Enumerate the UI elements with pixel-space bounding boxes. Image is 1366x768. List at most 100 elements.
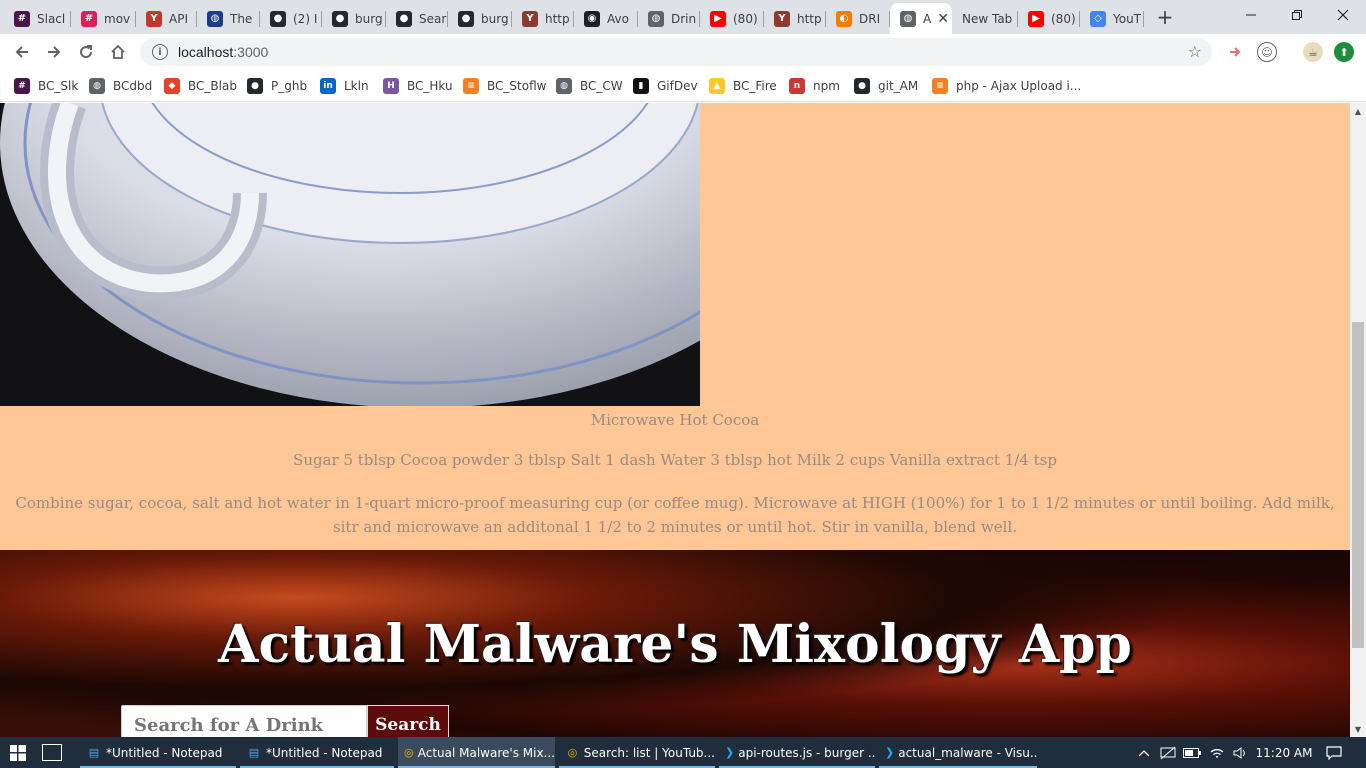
tab-label: Sear: [419, 11, 447, 26]
scrollbar-thumb[interactable]: [1352, 322, 1364, 648]
globe-icon: ◍: [900, 10, 916, 27]
taskbar-app-label: Actual Malware's Mix...: [417, 745, 555, 760]
notifications-icon[interactable]: [1322, 737, 1346, 768]
bookmark-item[interactable]: ▮ GifDev: [633, 76, 698, 96]
browser-tab[interactable]: New Tab: [952, 3, 1018, 34]
taskbar-app[interactable]: ▤ *Untitled - Notepad: [80, 737, 236, 768]
wifi-icon[interactable]: [1206, 737, 1228, 768]
task-view-icon[interactable]: [42, 744, 62, 761]
site-info-icon[interactable]: i: [152, 44, 168, 60]
address-bar[interactable]: i localhost:3000 ☆: [140, 38, 1212, 66]
tab-label: New Tab: [962, 11, 1013, 26]
bookmark-item[interactable]: n npm: [789, 76, 840, 96]
profile-avatar[interactable]: ☕: [1303, 42, 1323, 62]
scroll-up-arrow-icon[interactable]: ▲: [1350, 103, 1366, 119]
slack-icon: #: [14, 10, 30, 27]
back-button[interactable]: [8, 38, 36, 66]
minimize-button[interactable]: [1228, 0, 1274, 30]
bookmark-item[interactable]: ≡ BC_Stoflw: [463, 76, 546, 96]
taskbar-app[interactable]: ▤ *Untitled - Notepad: [240, 737, 394, 768]
browser-tab[interactable]: ● burg: [322, 3, 386, 34]
browser-tab[interactable]: Yhttp: [512, 3, 574, 34]
vscode-icon: ❯: [885, 746, 895, 759]
tab-label: Drin: [671, 11, 697, 26]
bookmark-label: Lkln: [344, 79, 369, 93]
battery-icon[interactable]: [1182, 737, 1202, 768]
browser-toolbar: i localhost:3000 ☆ ☺ ☕ ⬆: [0, 34, 1366, 70]
github-icon: ●: [854, 78, 870, 94]
start-button[interactable]: [0, 737, 36, 768]
tab-label: (2) I: [293, 11, 318, 26]
scroll-down-arrow-icon[interactable]: ▼: [1350, 721, 1366, 737]
tray-overflow-chevron-icon[interactable]: [1134, 737, 1154, 768]
bookmark-item[interactable]: ● git_AM: [854, 76, 918, 96]
browser-tab[interactable]: ◐ DRI: [826, 3, 890, 34]
browser-tab[interactable]: # Slacl: [4, 3, 71, 34]
search-button[interactable]: Search: [367, 705, 449, 737]
chrome-icon: ◎: [567, 746, 578, 759]
browser-tab[interactable]: ◇ YouT: [1080, 3, 1144, 34]
new-tab-button[interactable]: +: [1152, 4, 1178, 30]
tab-separator: [1143, 11, 1144, 27]
bookmark-label: BC_Stoflw: [487, 79, 547, 93]
bookmark-item[interactable]: ◍ BCdbd: [89, 76, 152, 96]
close-window-button[interactable]: [1320, 0, 1366, 30]
taskbar-app[interactable]: ◎ Search: list | YouTub...: [559, 737, 715, 768]
bookmark-label: BC_Hku: [407, 79, 453, 93]
bookmark-item[interactable]: H BC_Hku: [383, 76, 453, 96]
bookmark-label: BC_Blab: [188, 79, 237, 93]
browser-tab[interactable]: Y API: [136, 3, 197, 34]
extension-smiley-icon[interactable]: ☺: [1257, 42, 1277, 62]
bookmark-label: BC_Slk: [38, 79, 79, 93]
bookmark-item[interactable]: ≡ php - Ajax Upload i...: [932, 76, 1081, 96]
browser-tab[interactable]: # mov: [71, 3, 136, 34]
bookmark-item[interactable]: in Lkln: [320, 76, 369, 96]
bookmark-item[interactable]: # BC_Slk: [14, 76, 78, 96]
tab-active[interactable]: ◍ A ✕: [890, 3, 952, 34]
cast-extension-icon[interactable]: [1226, 42, 1246, 62]
back-arrow-icon: [15, 46, 28, 58]
bookmark-item[interactable]: ◍ BC_CW: [556, 76, 623, 96]
maximize-button[interactable]: [1274, 0, 1320, 30]
bookmark-item[interactable]: ● P_ghb: [247, 76, 307, 96]
cocoa-cup-image: [0, 103, 700, 406]
browser-tab[interactable]: ● Sear: [386, 3, 448, 34]
bookmark-star-icon[interactable]: ☆: [1188, 42, 1202, 61]
network-off-icon[interactable]: [1158, 737, 1178, 768]
browser-tab[interactable]: ▶ (80): [700, 3, 764, 34]
close-tab-icon[interactable]: ✕: [937, 11, 949, 27]
taskbar-app[interactable]: ◎ Actual Malware's Mix...: [398, 737, 555, 768]
notepad-icon: ▤: [88, 746, 100, 759]
bookmark-label: P_ghb: [271, 79, 308, 93]
taskbar-app[interactable]: ❯ api-routes.js - burger ...: [719, 737, 875, 768]
volume-icon[interactable]: [1230, 737, 1250, 768]
forward-button[interactable]: [40, 38, 68, 66]
system-clock[interactable]: 11:20 AM: [1254, 737, 1314, 768]
browser-tab[interactable]: Yhttp: [764, 3, 826, 34]
bookmark-label: php - Ajax Upload i...: [956, 79, 1082, 93]
drink-search-input[interactable]: [121, 705, 367, 737]
tab-label: http: [797, 11, 822, 26]
browser-tab[interactable]: ▶ (80): [1018, 3, 1080, 34]
tab-label: (80): [1051, 11, 1076, 26]
browser-tab[interactable]: ◉ Avo: [574, 3, 638, 34]
taskbar-app[interactable]: ❯ actual_malware - Visu...: [879, 737, 1037, 768]
home-button[interactable]: [104, 38, 132, 66]
notepad-icon: ▤: [248, 746, 260, 759]
browser-tab[interactable]: ● burg: [448, 3, 512, 34]
vscode-icon: ❯: [725, 746, 735, 759]
stackoverflow-icon: ≡: [463, 78, 479, 94]
browser-tab[interactable]: ● (2) I: [260, 3, 322, 34]
tab-label: A: [923, 11, 932, 26]
page-scrollbar[interactable]: ▲ ▼: [1350, 103, 1366, 737]
browser-tab[interactable]: ◍ The: [197, 3, 260, 34]
bookmark-item[interactable]: ◆ BC_Blab: [164, 76, 237, 96]
bookmark-item[interactable]: ▲ BC_Fire: [709, 76, 777, 96]
update-arrow-icon[interactable]: ⬆: [1334, 42, 1354, 62]
youtube-icon: ▶: [710, 10, 726, 27]
github-icon: ●: [332, 10, 348, 27]
reload-button[interactable]: [72, 38, 100, 66]
browser-tab[interactable]: ◍ Drin: [638, 3, 700, 34]
globe-icon: ◍: [556, 78, 572, 94]
bookmarks-bar: # BC_Slk ◍ BCdbd ◆ BC_Blab ● P_ghb in Lkln H BC_Hku…: [0, 70, 1366, 102]
